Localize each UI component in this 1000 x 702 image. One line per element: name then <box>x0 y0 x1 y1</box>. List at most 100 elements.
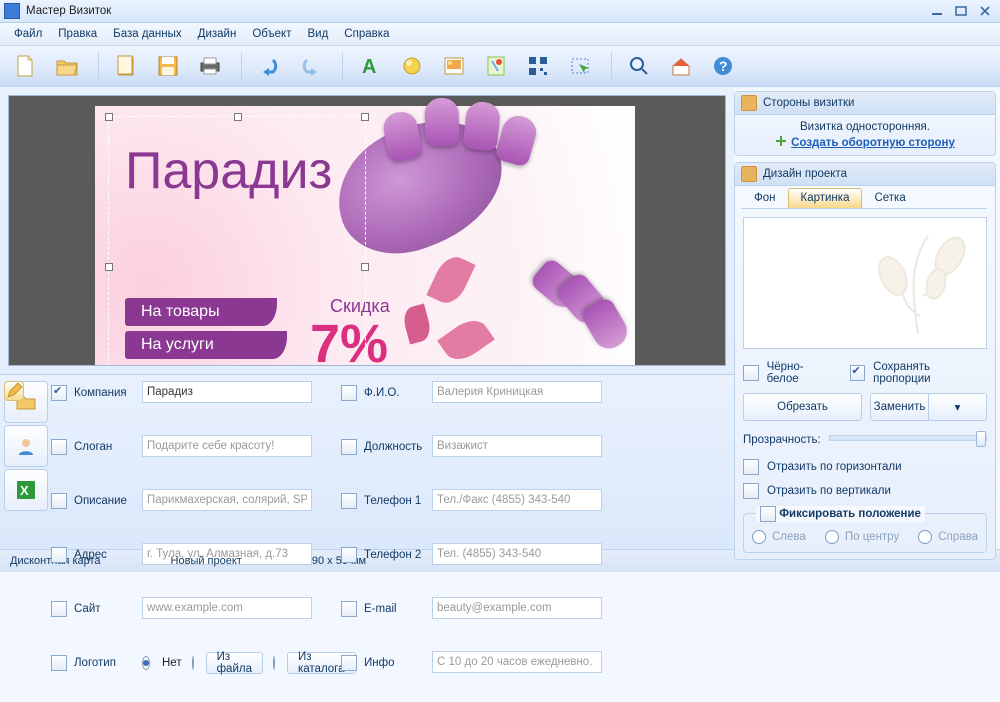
home-button[interactable] <box>662 50 700 82</box>
email-input[interactable] <box>432 597 602 619</box>
new-file-button[interactable] <box>6 50 44 82</box>
svg-text:?: ? <box>719 58 728 74</box>
address-checkbox[interactable] <box>51 547 67 563</box>
replace-dropdown[interactable]: ▾ <box>928 393 987 421</box>
sides-icon <box>741 95 757 111</box>
align-center-radio[interactable] <box>825 530 839 544</box>
info-checkbox[interactable] <box>341 655 357 671</box>
fio-label: Ф.И.О. <box>364 387 426 399</box>
canvas[interactable]: Парадиз На товары На услуги Скидка 7% <box>8 95 726 366</box>
logo-catalog-radio[interactable] <box>273 656 275 670</box>
logo-none-radio[interactable] <box>142 656 150 670</box>
image-preview <box>743 217 987 349</box>
maximize-button[interactable] <box>950 4 972 18</box>
keep-ratio-checkbox[interactable] <box>850 365 866 381</box>
lock-position-group: Фиксировать положение Слева По центру Сп… <box>743 513 987 553</box>
opacity-slider[interactable] <box>829 435 987 441</box>
menu-view[interactable]: Вид <box>299 23 336 45</box>
desc-checkbox[interactable] <box>51 493 67 509</box>
info-label: Инфо <box>364 657 426 669</box>
menu-design[interactable]: Дизайн <box>190 23 245 45</box>
menu-help[interactable]: Справка <box>336 23 397 45</box>
design-icon <box>741 166 757 182</box>
menu-object[interactable]: Объект <box>244 23 299 45</box>
fio-checkbox[interactable] <box>341 385 357 401</box>
company-input[interactable] <box>142 381 312 403</box>
shape-tool-button[interactable] <box>393 50 431 82</box>
plus-icon <box>775 135 787 147</box>
save-button[interactable] <box>149 50 187 82</box>
card-sides-status: Визитка односторонняя. <box>743 121 987 133</box>
position-checkbox[interactable] <box>341 439 357 455</box>
phone1-label: Телефон 1 <box>364 495 426 507</box>
flip-h-checkbox[interactable] <box>743 459 759 475</box>
align-right-radio[interactable] <box>918 530 932 544</box>
app-icon <box>4 3 20 19</box>
minimize-button[interactable] <box>926 4 948 18</box>
zoom-button[interactable] <box>620 50 658 82</box>
help-button[interactable]: ? <box>704 50 742 82</box>
desc-input[interactable] <box>142 489 312 511</box>
flip-v-label: Отразить по вертикали <box>767 485 891 497</box>
phone1-checkbox[interactable] <box>341 493 357 509</box>
position-input[interactable] <box>432 435 602 457</box>
status-project: Новый проект <box>171 555 242 567</box>
create-back-side-link[interactable]: Создать оборотную сторону <box>791 137 955 149</box>
logo-checkbox[interactable] <box>51 655 67 671</box>
logo-file-button[interactable]: Из файла <box>206 652 263 674</box>
selection-box[interactable] <box>108 116 366 366</box>
svg-text:A: A <box>362 56 376 77</box>
image-tool-button[interactable] <box>435 50 473 82</box>
menu-edit[interactable]: Правка <box>50 23 105 45</box>
print-button[interactable] <box>191 50 229 82</box>
info-input[interactable] <box>432 651 602 673</box>
flip-v-checkbox[interactable] <box>743 483 759 499</box>
open-button[interactable] <box>48 50 86 82</box>
crop-button[interactable]: Обрезать <box>743 393 862 421</box>
flip-h-label: Отразить по горизонтали <box>767 461 902 473</box>
redo-button[interactable] <box>292 50 330 82</box>
company-label: Компания <box>74 387 136 399</box>
company-checkbox[interactable] <box>51 385 67 401</box>
tab-grid[interactable]: Сетка <box>861 188 918 208</box>
menu-file[interactable]: Файл <box>6 23 50 45</box>
open-recent-button[interactable] <box>107 50 145 82</box>
selection-tool-button[interactable] <box>561 50 599 82</box>
phone2-label: Телефон 2 <box>364 549 426 561</box>
phone2-checkbox[interactable] <box>341 547 357 563</box>
sidetab-user[interactable] <box>4 425 48 467</box>
menu-database[interactable]: База данных <box>105 23 190 45</box>
sidetab-edit[interactable] <box>4 381 24 401</box>
phone2-input[interactable] <box>432 543 602 565</box>
toolbar: A ? <box>0 46 1000 87</box>
site-input[interactable] <box>142 597 312 619</box>
menu-bar: Файл Правка База данных Дизайн Объект Ви… <box>0 23 1000 46</box>
sidetab-excel[interactable]: X <box>4 469 48 511</box>
replace-button[interactable]: Заменить <box>870 393 929 421</box>
logo-label: Логотип <box>74 657 136 669</box>
slogan-label: Слоган <box>74 441 136 453</box>
site-checkbox[interactable] <box>51 601 67 617</box>
tab-image[interactable]: Картинка <box>788 188 863 208</box>
svg-text:X: X <box>20 483 29 498</box>
map-tool-button[interactable] <box>477 50 515 82</box>
bw-label: Чёрно-белое <box>767 361 834 385</box>
close-button[interactable] <box>974 4 996 18</box>
tab-background[interactable]: Фон <box>741 188 789 208</box>
email-label: E-mail <box>364 603 426 615</box>
lock-position-checkbox[interactable] <box>760 506 776 522</box>
undo-button[interactable] <box>250 50 288 82</box>
qr-code-button[interactable] <box>519 50 557 82</box>
fio-input[interactable] <box>432 381 602 403</box>
text-tool-button[interactable]: A <box>351 50 389 82</box>
bw-checkbox[interactable] <box>743 365 759 381</box>
phone1-input[interactable] <box>432 489 602 511</box>
logo-file-radio[interactable] <box>192 656 194 670</box>
email-checkbox[interactable] <box>341 601 357 617</box>
slogan-input[interactable] <box>142 435 312 457</box>
position-label: Должность <box>364 441 426 453</box>
logo-options: НетИз файлаИз каталога <box>142 651 312 675</box>
slogan-checkbox[interactable] <box>51 439 67 455</box>
panel-sides-header: Стороны визитки <box>735 92 995 115</box>
align-left-radio[interactable] <box>752 530 766 544</box>
